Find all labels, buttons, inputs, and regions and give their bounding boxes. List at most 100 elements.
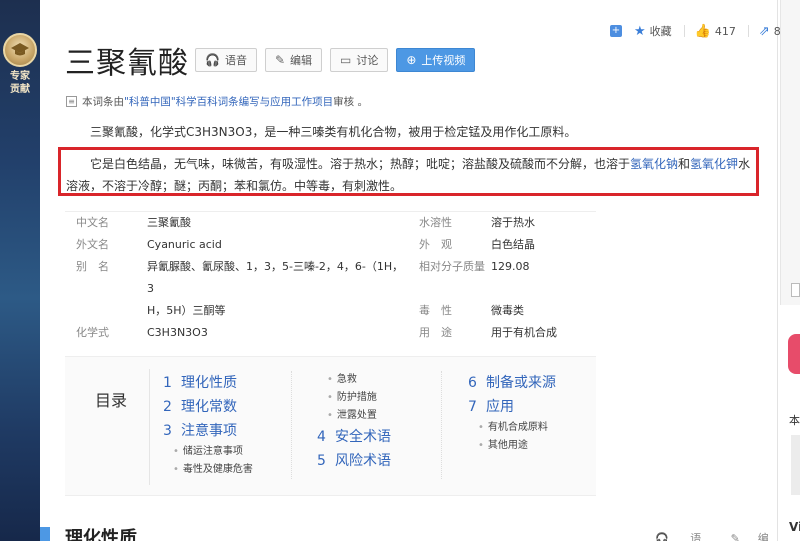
edit-button[interactable]: ✎ 编辑	[264, 48, 323, 72]
toc-number: 6	[468, 375, 477, 391]
expert-badge-icon[interactable]	[3, 33, 37, 67]
share-button[interactable]: ⇗ 8	[759, 24, 781, 39]
pencil-icon: ✎	[274, 53, 286, 67]
toc-label: 应用	[486, 399, 514, 415]
expert-label-line1: 专家	[10, 71, 30, 82]
toc-column-3: 6 制备或来源 7 应用 有机合成原料 其他用途	[468, 371, 556, 455]
upload-video-button[interactable]: ⊕ 上传视频	[396, 48, 476, 72]
favorite-button[interactable]: ★ 收藏	[634, 23, 672, 39]
toc-item[interactable]: 4 安全术语	[317, 425, 391, 449]
voice-label: 语音	[224, 54, 247, 67]
paragraph-text: 和	[678, 157, 691, 171]
star-icon: ★	[634, 23, 646, 39]
toc-subitem[interactable]: 急救	[317, 371, 391, 389]
edit-label: 编辑	[290, 54, 313, 67]
toc-subitem[interactable]: 泄露处置	[317, 407, 391, 425]
info-value: Cyanuric acid	[147, 238, 222, 251]
info-value: H，5H）三酮等	[147, 304, 226, 317]
toc-column-2: 急救 防护措施 泄露处置 4 安全术语 5 风险术语	[317, 371, 391, 473]
add-icon[interactable]: +	[610, 25, 622, 37]
info-key: 用 途	[419, 326, 452, 339]
review-prefix: 本词条由	[82, 96, 124, 108]
toc-subitem[interactable]: 毒性及健康危害	[163, 461, 253, 479]
info-value: 三聚氰酸	[147, 216, 191, 229]
right-divider	[777, 0, 778, 541]
info-value: 白色结晶	[491, 238, 535, 251]
chat-icon: ▭	[340, 53, 352, 67]
info-key: 相对分子质量	[419, 260, 485, 273]
share-count: 8	[773, 24, 781, 38]
toc-item[interactable]: 1 理化性质	[163, 371, 253, 395]
info-key	[65, 300, 147, 322]
toc-column-1: 1 理化性质 2 理化常数 3 注意事项 储运注意事项 毒性及健康危害	[163, 371, 253, 479]
toc-subitem[interactable]: 储运注意事项	[163, 443, 253, 461]
toc-item[interactable]: 6 制备或来源	[468, 371, 556, 395]
toc-number: 7	[468, 399, 477, 415]
toc-item[interactable]: 5 风险术语	[317, 449, 391, 473]
share-icon: ⇗	[758, 23, 770, 39]
expert-contribution-label[interactable]: 专家 贡献	[2, 70, 38, 96]
toc-subitem[interactable]: 其他用途	[468, 437, 556, 455]
toc-number: 1	[163, 375, 172, 391]
toc-number: 5	[317, 453, 326, 469]
toc-label: 理化常数	[181, 399, 237, 415]
toc-subitem[interactable]: 防护措施	[317, 389, 391, 407]
potassium-hydroxide-link[interactable]: 氢氧化钾	[690, 157, 738, 171]
divider	[683, 25, 685, 37]
section-title: 理化性质	[65, 528, 137, 541]
info-key: 外 观	[419, 238, 452, 251]
headphones-icon: 🎧	[655, 532, 669, 541]
info-key: 毒 性	[419, 304, 452, 317]
review-project-link[interactable]: "科普中国"科学百科词条编写与应用工作项目	[124, 94, 333, 109]
voice-button[interactable]: 🎧 语音	[195, 48, 257, 72]
info-row: 外文名 Cyanuric acid 外 观 白色结晶	[65, 234, 596, 256]
toc-label: 注意事项	[181, 423, 237, 439]
toc-subitem[interactable]: 有机合成原料	[468, 419, 556, 437]
title-button-group: 🎧 语音 ✎ 编辑 ▭ 讨论 ⊕ 上传视频	[195, 48, 483, 72]
info-key: 别 名	[76, 260, 109, 273]
info-value: C3H3N3O3	[147, 326, 208, 339]
info-value: 用于有机合成	[491, 326, 557, 339]
right-panel-block	[791, 435, 800, 495]
pencil-icon: ✎	[730, 532, 740, 541]
like-count: 417	[714, 24, 736, 38]
info-row: 别 名 异氰脲酸、氰尿酸、1，3，5-三嗪-2，4，6-（1H，3 相对分子质量…	[65, 256, 596, 300]
paragraph-text: 它是白色结晶，无气味，味微苦，有吸湿性。溶于热水；热醇；吡啶；溶盐酸及硫酸而不分…	[90, 157, 631, 171]
toc-item[interactable]: 3 注意事项	[163, 419, 253, 443]
summary-paragraph-1: 三聚氰酸，化学式C3H3N3O3，是一种三嗪类有机化合物，被用于检定锰及用作化工…	[90, 125, 577, 139]
page-title: 三聚氰酸	[65, 46, 189, 81]
toc-label: 安全术语	[335, 429, 391, 445]
info-value: 溶于热水	[491, 216, 535, 229]
summary-paragraph-2: 它是白色结晶，无气味，味微苦，有吸湿性。溶于热水；热醇；吡啶；溶盐酸及硫酸而不分…	[66, 153, 756, 197]
review-note: ≡ 本词条由 "科普中国"科学百科词条编写与应用工作项目 审核 。	[66, 94, 368, 109]
toc-column-divider	[441, 371, 442, 479]
info-value: 异氰脲酸、氰尿酸、1，3，5-三嗪-2，4，6-（1H，3	[147, 260, 404, 295]
right-panel-thumbnail[interactable]	[791, 283, 800, 297]
section-actions: 🎧 语音 ✎编辑	[655, 530, 800, 541]
info-value: 129.08	[491, 260, 530, 273]
thumbs-up-icon: 👍	[694, 23, 711, 39]
like-button[interactable]: 👍 417	[695, 24, 736, 39]
right-panel-text: 本	[789, 414, 800, 427]
toc-number: 4	[317, 429, 326, 445]
toc-number: 2	[163, 399, 172, 415]
favorite-label: 收藏	[649, 25, 672, 38]
info-key: 水溶性	[419, 216, 452, 229]
info-key: 中文名	[76, 216, 109, 229]
discuss-button[interactable]: ▭ 讨论	[330, 48, 389, 72]
info-row: H，5H）三酮等 毒 性 微毒类	[65, 300, 596, 322]
section-voice-button[interactable]: 🎧 语音	[655, 530, 713, 541]
toc-label: 理化性质	[181, 375, 237, 391]
toc-item[interactable]: 2 理化常数	[163, 395, 253, 419]
info-row: 中文名 三聚氰酸 水溶性 溶于热水	[65, 212, 596, 234]
toc-divider	[149, 369, 150, 485]
top-action-bar: + ★ 收藏 👍 417 ⇗ 8	[610, 23, 793, 39]
right-panel-pink-tab[interactable]	[788, 334, 800, 374]
toc-label: 风险术语	[335, 453, 391, 469]
expert-label-line2: 贡献	[10, 84, 30, 95]
sodium-hydroxide-link[interactable]: 氢氧化钠	[630, 157, 678, 171]
discuss-label: 讨论	[356, 54, 379, 67]
document-icon: ≡	[66, 96, 77, 107]
toc-item[interactable]: 7 应用	[468, 395, 556, 419]
section-edit-button[interactable]: ✎编辑	[731, 530, 782, 541]
